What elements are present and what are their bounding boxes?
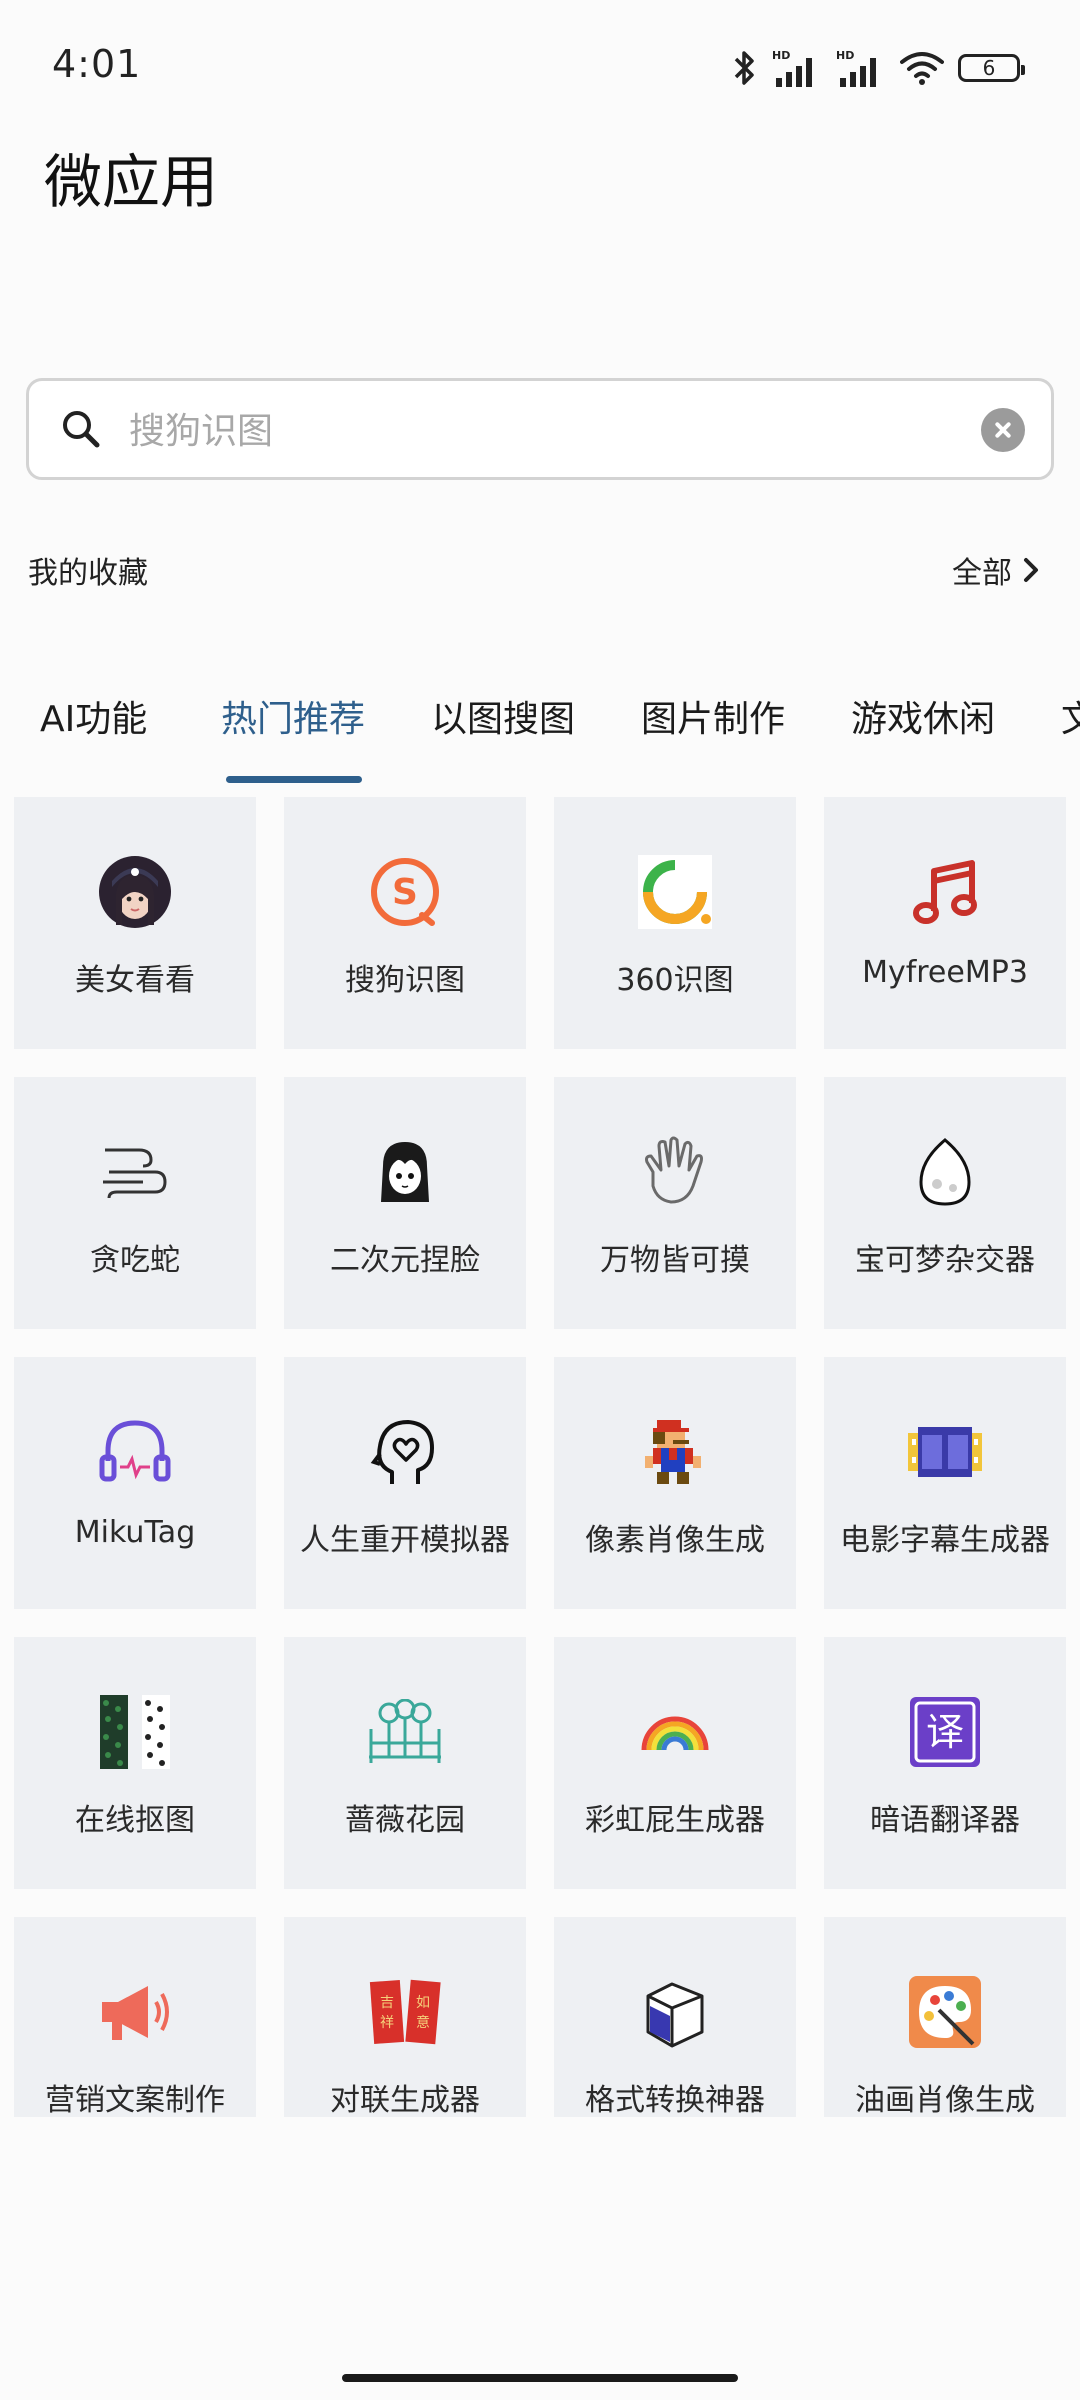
app-tile[interactable]: 像素肖像生成	[554, 1357, 796, 1609]
svg-text:意: 意	[416, 2014, 430, 2031]
app-tile[interactable]: MyfreeMP3	[824, 797, 1066, 1049]
app-tile[interactable]: 宝可梦杂交器	[824, 1077, 1066, 1329]
tab-more[interactable]: 文	[1061, 690, 1080, 742]
rainbow-icon	[636, 1693, 714, 1771]
page-title: 微应用	[44, 148, 219, 216]
favorites-all-label: 全部	[952, 556, 1012, 591]
translate-icon: 译	[906, 1693, 984, 1771]
app-tile[interactable]: 360识图	[554, 797, 796, 1049]
sogou-icon: S	[366, 853, 444, 931]
app-label: 蔷薇花园	[345, 1803, 465, 1838]
chevron-right-icon	[1024, 558, 1038, 582]
app-tile[interactable]: 二次元捏脸	[284, 1077, 526, 1329]
music-note-icon	[906, 853, 984, 931]
app-label: 像素肖像生成	[585, 1523, 765, 1558]
app-tile[interactable]: 人生重开模拟器	[284, 1357, 526, 1609]
home-indicator[interactable]	[342, 2374, 738, 2382]
app-label: 360识图	[616, 963, 734, 998]
film-icon	[906, 1413, 984, 1491]
app-tile[interactable]: 营销文案制作	[14, 1917, 256, 2117]
app-label: 格式转换神器	[585, 2083, 765, 2117]
status-time: 4:01	[52, 42, 142, 86]
headphones-icon	[96, 1413, 174, 1491]
app-label: 暗语翻译器	[870, 1803, 1020, 1838]
app-tile[interactable]: 彩虹屁生成器	[554, 1637, 796, 1889]
tab-image-making[interactable]: 图片制作	[641, 690, 785, 742]
signal-hd-icon: HD	[772, 49, 812, 87]
tab-image-search[interactable]: 以图搜图	[431, 690, 575, 742]
tab-hot[interactable]: 热门推荐	[221, 690, 365, 742]
svg-text:祥: 祥	[380, 2015, 394, 2031]
app-tile[interactable]: 油画肖像生成	[824, 1917, 1066, 2117]
app-label: 美女看看	[75, 963, 195, 998]
clear-search-button[interactable]	[981, 408, 1025, 452]
garden-icon	[366, 1693, 444, 1771]
tab-indicator	[226, 776, 362, 783]
palette-icon	[906, 1973, 984, 2051]
anime-face-icon	[366, 1133, 444, 1211]
hand-icon	[636, 1133, 714, 1211]
status-bar: 4:01 HD HD 6	[0, 0, 1080, 140]
app-tile[interactable]: 吉祥 如意 对联生成器	[284, 1917, 526, 2117]
battery-level: 6	[982, 56, 996, 80]
couplet-icon: 吉祥 如意	[366, 1973, 444, 2051]
girl-avatar-icon	[96, 853, 174, 931]
app-label: 搜狗识图	[345, 963, 465, 998]
cutout-icon	[96, 1693, 174, 1771]
favorites-all-link[interactable]: 全部	[952, 548, 1040, 592]
app-label: 宝可梦杂交器	[855, 1243, 1035, 1278]
cube-convert-icon	[636, 1973, 714, 2051]
app-label: MikuTag	[74, 1515, 196, 1550]
app-tile[interactable]: 贪吃蛇	[14, 1077, 256, 1329]
app-label: 油画肖像生成	[855, 2083, 1035, 2117]
app-tile[interactable]: MikuTag	[14, 1357, 256, 1609]
svg-text:S: S	[392, 872, 418, 913]
search-icon	[63, 411, 100, 448]
tab-ai[interactable]: AI功能	[40, 690, 147, 742]
battery-icon: 6	[958, 54, 1025, 82]
app-label: 对联生成器	[330, 2083, 480, 2117]
status-icons: HD HD 6	[732, 46, 1025, 90]
category-tabs: AI功能 热门推荐 以图搜图 图片制作 游戏休闲 文	[0, 690, 1080, 780]
tab-games[interactable]: 游戏休闲	[851, 690, 995, 742]
head-heart-icon	[366, 1413, 444, 1491]
app-tile[interactable]: 万物皆可摸	[554, 1077, 796, 1329]
app-tile[interactable]: 译 暗语翻译器	[824, 1637, 1066, 1889]
favorites-label: 我的收藏	[28, 556, 148, 591]
app-label: 万物皆可摸	[600, 1243, 750, 1278]
signal-hd-2-icon: HD	[836, 49, 876, 87]
app-tile[interactable]: 电影字幕生成器	[824, 1357, 1066, 1609]
360-icon	[636, 853, 714, 931]
svg-text:译: 译	[926, 1710, 964, 1754]
app-tile[interactable]: S 搜狗识图	[284, 797, 526, 1049]
app-label: MyfreeMP3	[862, 955, 1028, 990]
app-tile[interactable]: 蔷薇花园	[284, 1637, 526, 1889]
megaphone-icon	[96, 1973, 174, 2051]
app-label: 在线抠图	[75, 1803, 195, 1838]
app-label: 二次元捏脸	[330, 1243, 480, 1278]
snake-icon	[96, 1133, 174, 1211]
app-label: 贪吃蛇	[90, 1243, 180, 1278]
bluetooth-icon	[734, 51, 754, 85]
app-tile[interactable]: 美女看看	[14, 797, 256, 1049]
app-tile[interactable]: 格式转换神器	[554, 1917, 796, 2117]
pixel-mario-icon	[636, 1413, 714, 1491]
app-grid: 美女看看 S 搜狗识图 360识图 MyfreeMP3 贪吃蛇 二次元捏脸 万物…	[14, 797, 1066, 2117]
app-tile[interactable]: 在线抠图	[14, 1637, 256, 1889]
search-bar[interactable]	[26, 378, 1054, 480]
app-label: 人生重开模拟器	[300, 1523, 510, 1558]
svg-text:如: 如	[416, 1995, 430, 2011]
egg-icon	[906, 1133, 984, 1211]
svg-text:吉: 吉	[380, 1995, 394, 2011]
app-label: 电影字幕生成器	[840, 1523, 1050, 1558]
search-input[interactable]	[127, 399, 971, 463]
app-label: 彩虹屁生成器	[585, 1803, 765, 1838]
app-label: 营销文案制作	[45, 2083, 225, 2117]
svg-text:HD: HD	[772, 49, 790, 62]
wifi-icon	[900, 52, 944, 85]
svg-text:HD: HD	[836, 49, 854, 62]
